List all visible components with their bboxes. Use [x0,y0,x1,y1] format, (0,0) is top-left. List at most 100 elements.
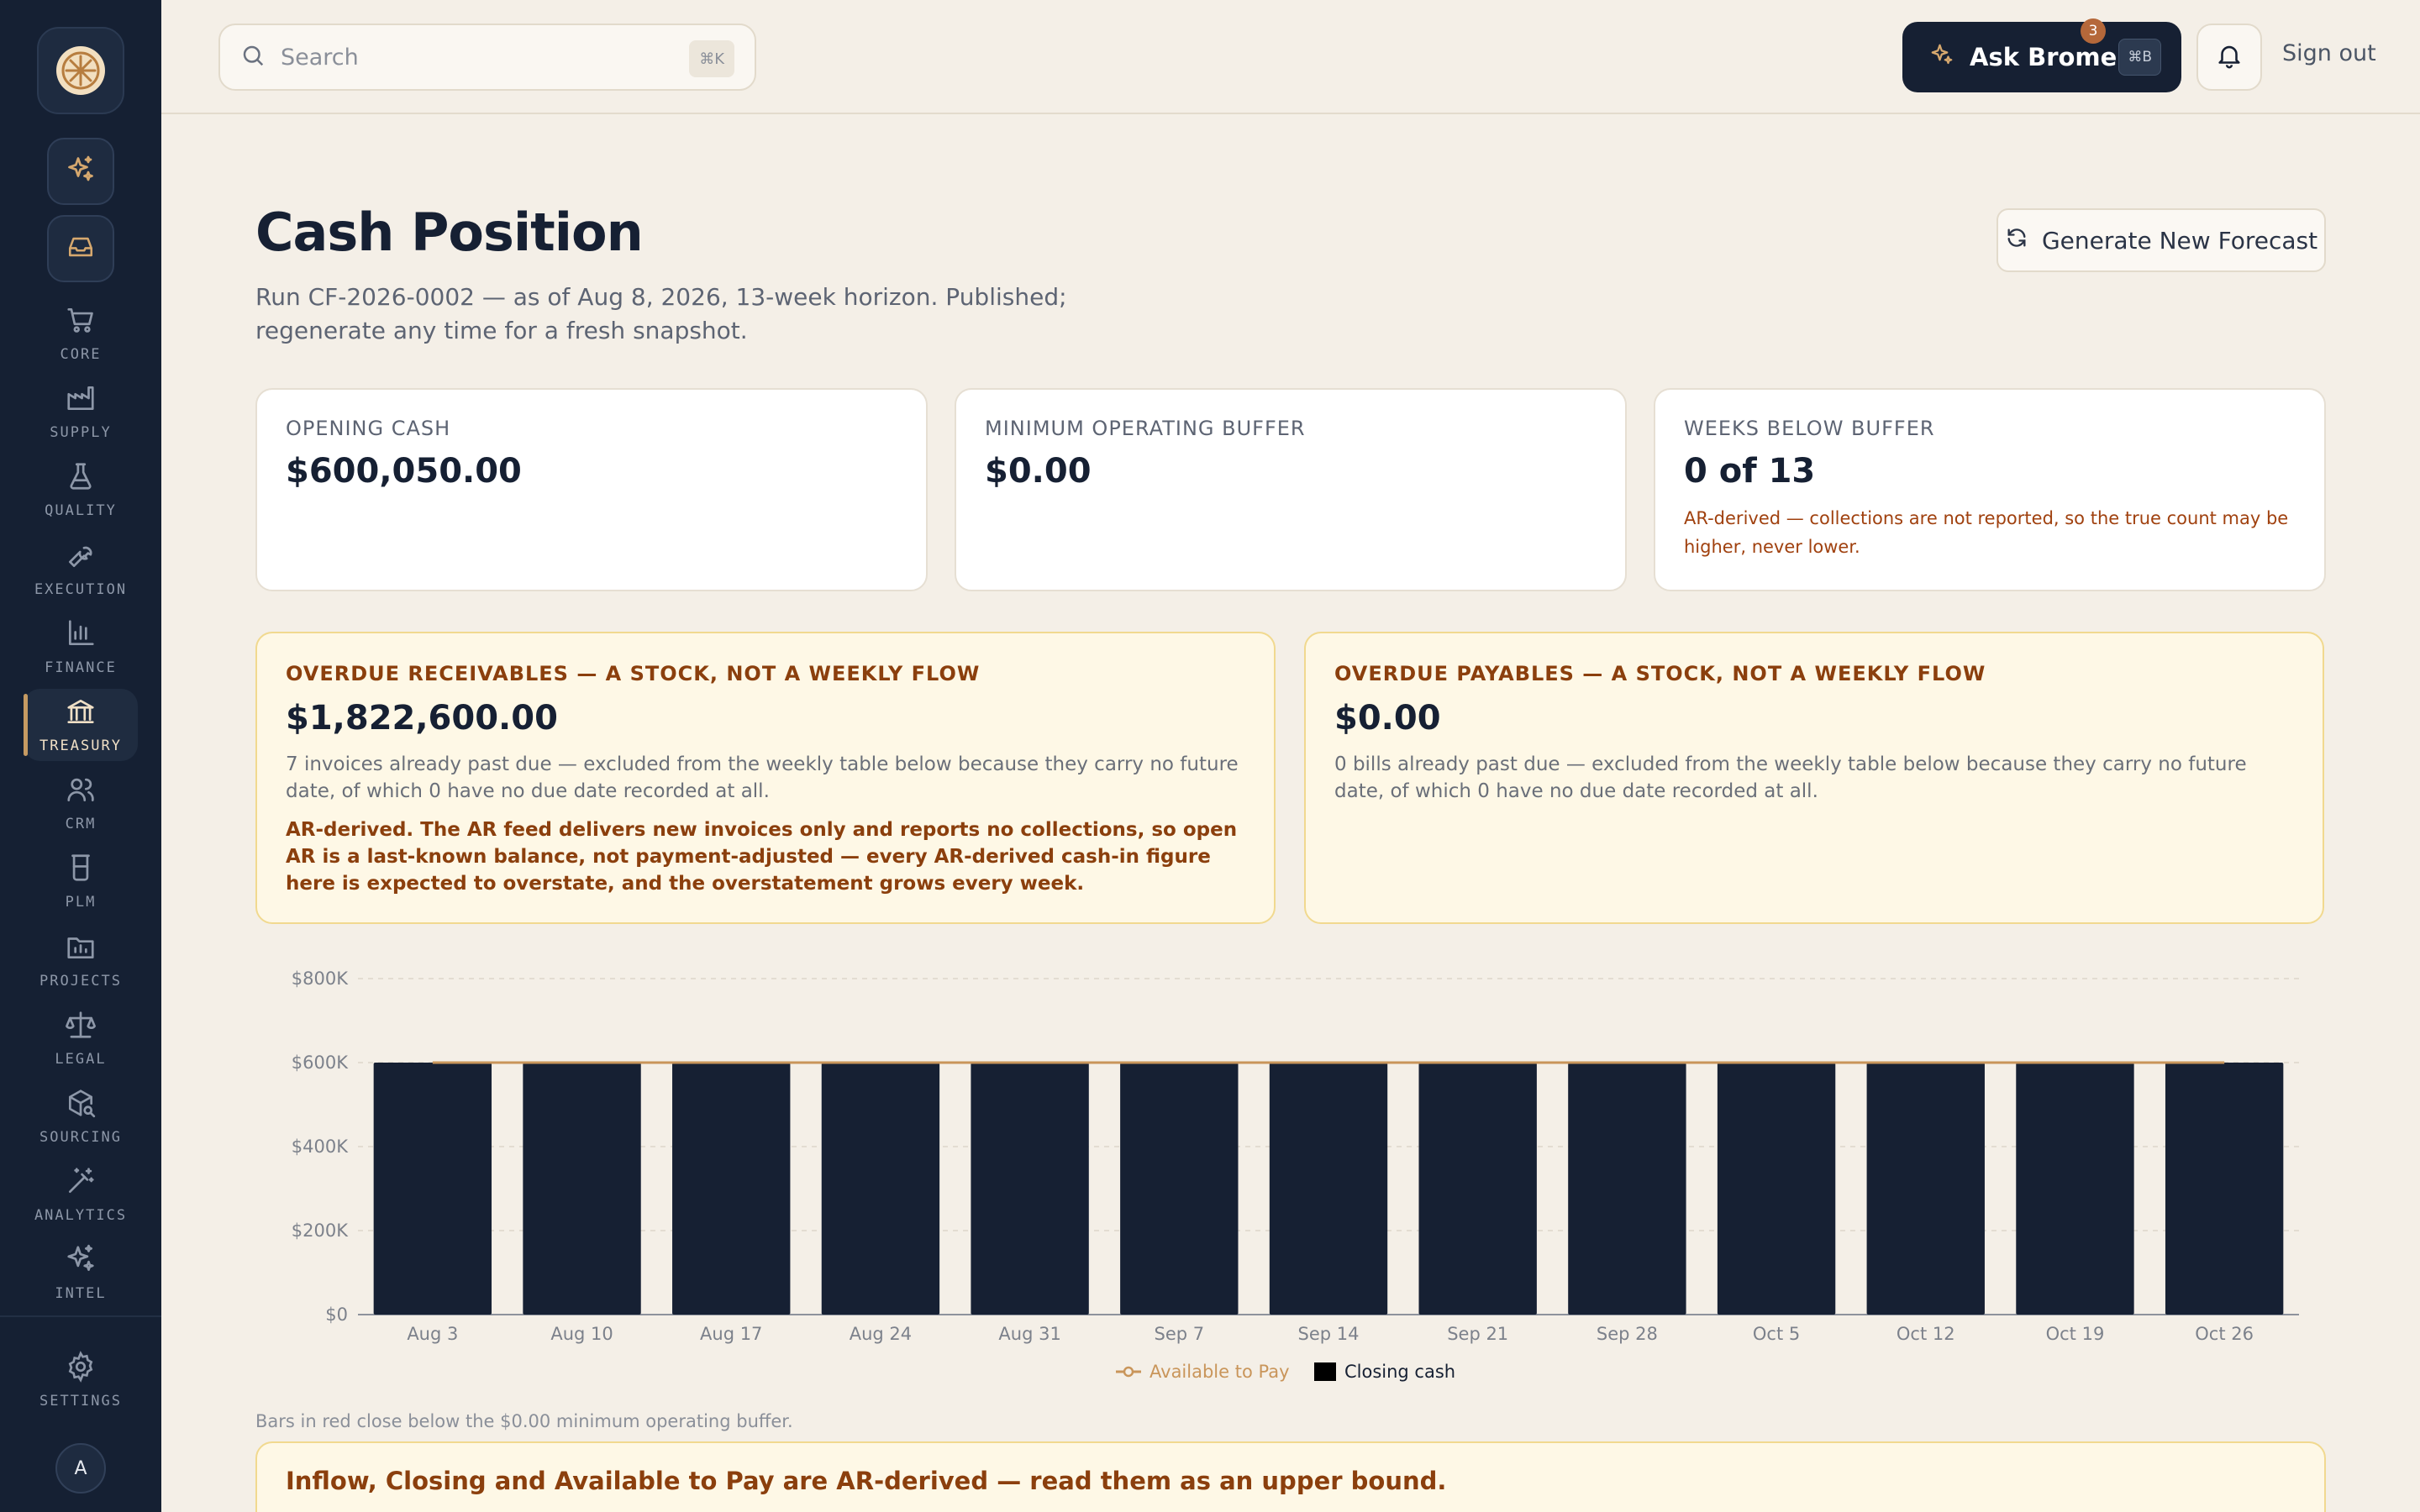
sidebar-item-sourcing[interactable]: SOURCING [24,1080,138,1152]
inbox-button[interactable] [47,215,114,282]
panel-caption: OVERDUE RECEIVABLES — A STOCK, NOT A WEE… [286,662,981,685]
sidebar-item-label: SOURCING [39,1129,122,1146]
notification-count-badge: 3 [2081,18,2106,44]
panel-caption: OVERDUE PAYABLES — A STOCK, NOT A WEEKLY… [1334,662,1986,685]
top-bar: ⌘K Ask Bromel ⌘B [161,0,2420,114]
sidebar-item-crm[interactable]: CRM [24,767,138,839]
search-shortcut: ⌘K [689,40,734,77]
bar-closing-cash [523,1062,641,1315]
ask-bromel-button[interactable]: Ask Bromel ⌘B [1902,22,2181,92]
sidebar-item-label: SUPPLY [50,424,112,441]
sidebar-item-label: INTEL [55,1285,107,1302]
scale-icon [65,1009,97,1044]
app-logo[interactable] [37,27,124,114]
package-search-icon [65,1087,97,1122]
sparkles-icon [1929,42,1954,73]
y-tick-label: $800K [292,969,349,989]
flask-icon [65,460,97,496]
generate-forecast-button[interactable]: Generate New Forecast [1996,208,2326,272]
card-value: $600,050.00 [286,452,522,491]
legend-label: Closing cash [1344,1362,1455,1382]
bar-closing-cash [2165,1062,2284,1315]
cart-icon [65,304,97,339]
bar-chart-icon [65,617,97,653]
x-tick-label: Oct 19 [2046,1324,2105,1344]
x-tick-label: Oct 26 [2195,1324,2254,1344]
sidebar-item-finance[interactable]: FINANCE [24,611,138,683]
chart-footnote: Bars in red close below the $0.00 minimu… [255,1411,793,1431]
sidebar-item-label: QUALITY [45,502,117,519]
card-caption: WEEKS BELOW BUFFER [1684,417,1935,440]
ask-shortcut: ⌘B [2118,39,2161,76]
card-value: 0 of 13 [1684,452,1816,491]
sidebar: CORE SUPPLY QUALITY EXECUTION FINANCE TREASUR… [0,0,161,1512]
sidebar-item-supply[interactable]: SUPPLY [24,375,138,448]
bar-closing-cash [1418,1062,1537,1315]
banner-title: Inflow, Closing and Available to Pay are… [286,1467,1447,1495]
x-tick-label: Aug 3 [407,1324,458,1344]
x-tick-label: Oct 5 [1753,1324,1800,1344]
sign-out-link[interactable]: Sign out [2282,40,2376,66]
sidebar-item-settings[interactable]: SETTINGS [24,1344,138,1416]
x-tick-label: Sep 14 [1298,1324,1360,1344]
sidebar-item-execution[interactable]: EXECUTION [24,533,138,605]
factory-icon [65,382,97,417]
sidebar-divider [0,1315,161,1317]
bar-closing-cash [1568,1062,1686,1315]
minimum-buffer-card: MINIMUM OPERATING BUFFER $0.00 [955,388,1627,591]
avatar[interactable]: A [55,1443,106,1494]
y-tick-label: $200K [292,1221,349,1241]
card-value: $0.00 [985,452,1092,491]
bar-closing-cash [2016,1062,2134,1315]
x-tick-label: Aug 10 [550,1324,613,1344]
panel-value: $1,822,600.00 [286,699,558,738]
search-icon [240,43,266,71]
x-tick-label: Sep 7 [1154,1324,1204,1344]
search-box[interactable]: ⌘K [218,24,756,91]
bar-closing-cash [971,1062,1089,1315]
bromel-logo-icon [56,46,105,95]
wrench-icon [65,539,97,575]
sparkles-icon [66,155,96,188]
sidebar-item-label: TREASURY [39,738,122,754]
gear-icon [65,1351,97,1386]
sidebar-item-intel[interactable]: INTEL [24,1236,138,1309]
bell-icon [2215,41,2244,73]
x-tick-label: Sep 28 [1597,1324,1658,1344]
sidebar-item-label: CRM [65,816,97,832]
x-tick-label: Aug 31 [998,1324,1060,1344]
overdue-payables-panel: OVERDUE PAYABLES — A STOCK, NOT A WEEKLY… [1304,632,2324,924]
folder-icon [65,931,97,966]
sidebar-item-label: PLM [65,894,97,911]
sidebar-item-label: CORE [60,346,102,363]
panel-description: 7 invoices already past due — excluded f… [286,753,1239,802]
sidebar-item-label: LEGAL [55,1051,107,1068]
card-caption: OPENING CASH [286,417,451,440]
panel-description: 0 bills already past due — excluded from… [1334,753,2247,802]
sidebar-item-legal[interactable]: LEGAL [24,1002,138,1074]
sidebar-item-projects[interactable]: PROJECTS [24,924,138,996]
legend-line-marker [1123,1366,1134,1378]
y-tick-label: $600K [292,1053,349,1073]
sidebar-item-treasury[interactable]: TREASURY [24,689,138,761]
sidebar-item-analytics[interactable]: ANALYTICS [24,1158,138,1231]
y-tick-label: $400K [292,1137,349,1157]
notifications-button[interactable] [2196,24,2262,91]
search-input[interactable] [281,44,650,71]
users-icon [65,774,97,809]
generate-forecast-label: Generate New Forecast [2041,226,2318,255]
sidebar-item-plm[interactable]: PLM [24,845,138,917]
sidebar-item-quality[interactable]: QUALITY [24,454,138,526]
sidebar-item-label: FINANCE [45,659,117,676]
bar-closing-cash [821,1062,940,1315]
bar-closing-cash [1120,1062,1239,1315]
card-note: AR-derived — collections are not reporte… [1684,508,2289,557]
chart-svg: $0 $200K $400K $600K $800K Aug 3 Aug 10 Aug 17 A… [292,969,2299,1382]
refresh-icon [2005,226,2028,255]
magic-wand-icon [65,1165,97,1200]
ai-assistant-button[interactable] [47,138,114,205]
ar-upper-bound-banner: Inflow, Closing and Available to Pay are… [255,1441,2326,1512]
sidebar-item-core[interactable]: CORE [24,297,138,370]
sparkles-icon [65,1243,97,1278]
sidebar-item-label: ANALYTICS [34,1207,128,1224]
